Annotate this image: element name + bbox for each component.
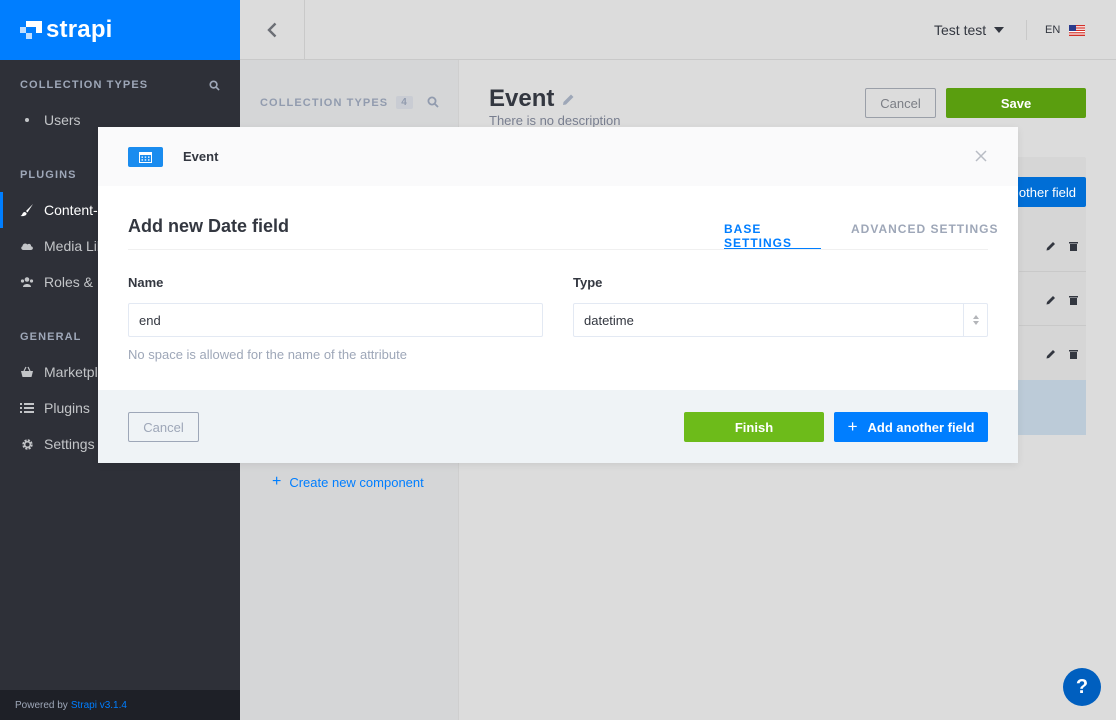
gear-icon xyxy=(20,437,34,451)
chevron-left-icon xyxy=(267,22,277,38)
user-menu[interactable]: Test test xyxy=(934,0,1005,60)
plus-icon: + xyxy=(272,473,282,490)
trash-icon[interactable] xyxy=(1069,295,1078,305)
general-heading: GENERAL xyxy=(20,331,82,343)
pencil-icon[interactable] xyxy=(1046,295,1056,305)
trash-icon[interactable] xyxy=(1069,241,1078,251)
strapi-version-link[interactable]: Strapi v3.1.4 xyxy=(71,700,127,711)
plugins-heading: PLUGINS xyxy=(20,169,77,181)
brand-name: strapi xyxy=(46,16,113,43)
tab-base-settings[interactable]: BASE SETTINGS xyxy=(724,222,821,250)
top-header: Test test EN xyxy=(240,0,1116,60)
row-divider xyxy=(1019,325,1086,326)
cancel-button[interactable]: Cancel xyxy=(865,88,936,118)
name-input[interactable] xyxy=(128,303,543,337)
add-another-label: Add another field xyxy=(867,419,975,435)
us-flag-icon xyxy=(1069,24,1086,36)
create-new-component-link[interactable]: + Create new component xyxy=(272,473,424,491)
name-label: Name xyxy=(128,275,164,290)
add-another-field-button[interactable]: Add another field xyxy=(978,177,1086,207)
save-button[interactable]: Save xyxy=(946,88,1086,118)
back-button[interactable] xyxy=(240,0,305,60)
pencil-icon[interactable] xyxy=(562,93,575,106)
sidebar-item-label: Users xyxy=(44,112,81,128)
content-type-title: Event xyxy=(489,85,555,112)
powered-by-footer: Powered by Strapi v3.1.4 xyxy=(0,690,240,720)
strapi-logo[interactable]: strapi xyxy=(0,0,240,60)
close-icon[interactable] xyxy=(974,149,988,163)
add-field-modal: Event Add new Date field BASE SETTINGS A… xyxy=(98,127,1018,463)
collection-types-heading: COLLECTION TYPES xyxy=(20,79,149,91)
ctb-count-badge: 4 xyxy=(396,96,413,109)
powered-by-text: Powered by xyxy=(15,699,68,711)
modal-title: Add new Date field xyxy=(128,216,290,236)
caret-down-icon xyxy=(994,27,1005,33)
ctb-heading-row: COLLECTION TYPES 4 xyxy=(260,96,440,109)
header-divider xyxy=(1026,20,1027,40)
modal-header: Event xyxy=(98,127,1018,186)
language-code: EN xyxy=(1045,24,1061,36)
row-divider xyxy=(1019,271,1086,272)
content-type-description: There is no description xyxy=(489,113,621,128)
strapi-logo-icon xyxy=(20,21,42,39)
finish-button[interactable]: Finish xyxy=(684,412,824,442)
help-icon: ? xyxy=(1075,675,1089,698)
cloud-icon xyxy=(20,239,34,253)
sidebar-item-label: Plugins xyxy=(44,400,90,416)
plus-icon: + xyxy=(847,417,858,436)
type-label: Type xyxy=(573,275,603,290)
pencil-icon[interactable] xyxy=(1046,241,1056,251)
tab-advanced-settings[interactable]: ADVANCED SETTINGS xyxy=(851,222,998,250)
search-icon[interactable] xyxy=(209,79,220,91)
modal-divider xyxy=(128,249,988,250)
type-selected-value: datetime xyxy=(584,312,634,328)
modal-footer: Cancel Finish + Add another field xyxy=(98,390,1018,463)
name-hint: No space is allowed for the name of the … xyxy=(128,347,407,362)
pencil-icon[interactable] xyxy=(1046,349,1056,359)
modal-cancel-button[interactable]: Cancel xyxy=(128,412,199,442)
paintbrush-icon xyxy=(20,203,34,217)
type-select[interactable]: datetime xyxy=(573,303,988,337)
content-type-title-row: Event xyxy=(489,85,575,113)
language-switcher[interactable]: EN xyxy=(1045,0,1086,60)
list-icon xyxy=(20,401,34,415)
search-icon[interactable] xyxy=(427,96,439,108)
collection-types-heading-row: COLLECTION TYPES xyxy=(0,75,240,95)
users-icon xyxy=(20,275,34,289)
add-another-field-button[interactable]: + Add another field xyxy=(834,412,988,442)
trash-icon[interactable] xyxy=(1069,349,1078,359)
sidebar-item-label: Settings xyxy=(44,436,95,452)
create-component-label: Create new component xyxy=(289,474,424,490)
select-arrows-icon xyxy=(963,304,987,336)
user-name: Test test xyxy=(934,22,987,38)
calendar-icon xyxy=(139,151,152,163)
shopping-basket-icon xyxy=(20,365,34,379)
modal-content-type-name: Event xyxy=(183,149,219,164)
content-type-badge xyxy=(128,146,163,167)
ctb-heading: COLLECTION TYPES xyxy=(260,96,389,109)
bullet-icon xyxy=(25,118,29,122)
help-button[interactable]: ? xyxy=(1063,668,1101,706)
